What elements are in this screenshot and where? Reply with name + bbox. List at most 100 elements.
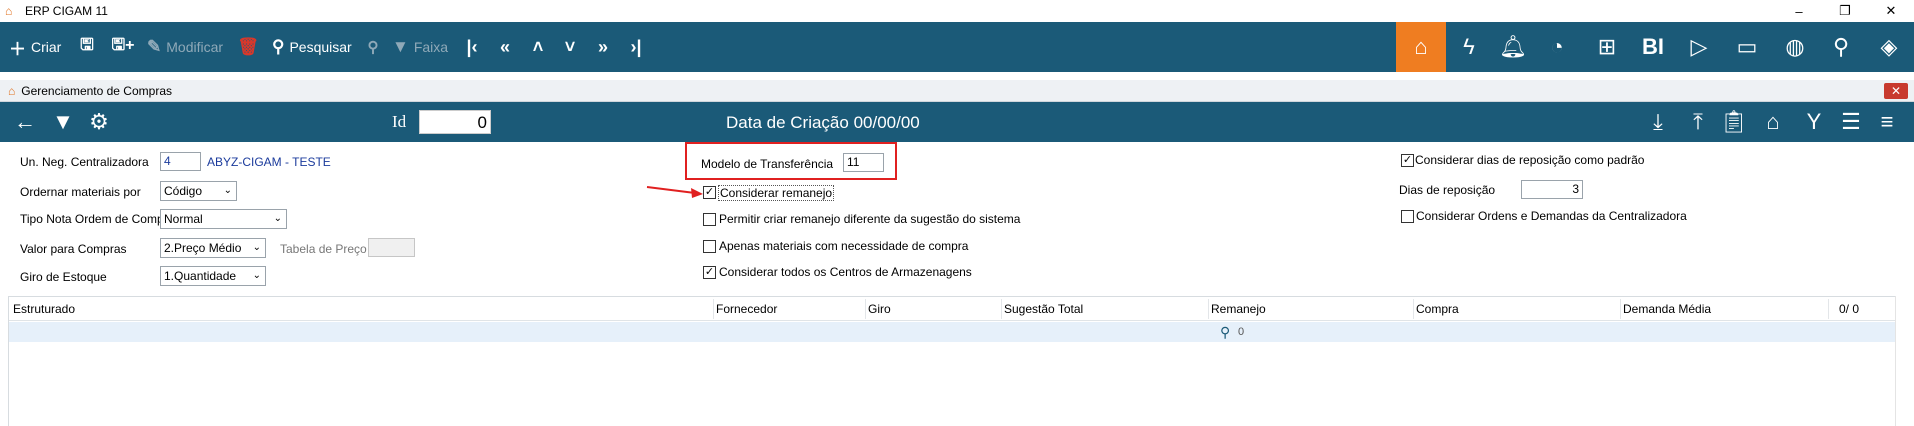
tipo-nota-value: Normal xyxy=(164,212,203,226)
col-fornecedor[interactable]: Fornecedor xyxy=(716,302,777,316)
chevron-down-icon: ⌄ xyxy=(252,242,261,253)
modificar-label: Modificar xyxy=(166,39,224,55)
chat-icon[interactable]: ▭ xyxy=(1722,22,1772,72)
dias-padrao-checkbox[interactable]: ✓ xyxy=(1401,154,1414,167)
checklist-icon[interactable]: ☰ xyxy=(1834,102,1868,142)
first-record-icon[interactable]: |‹ xyxy=(459,22,485,72)
main-toolbar: ＋ Criar 🖫 🖫+ ✎ Modificar 🗑 ⚲ Pesquisar ⚲… xyxy=(0,22,1914,72)
chevron-down-icon: ⌄ xyxy=(273,213,282,224)
back-arrow-icon[interactable]: ← xyxy=(8,102,42,142)
spacer xyxy=(0,72,1914,80)
lightning-icon[interactable]: ϟ xyxy=(1444,22,1494,72)
previous-record-icon[interactable]: ˄ xyxy=(525,22,551,72)
ordenar-value: Código xyxy=(164,184,203,198)
cigam-logo-icon[interactable]: ◈ xyxy=(1864,22,1914,72)
window-title: ERP CIGAM 11 xyxy=(25,4,108,18)
form-area: Un. Neg. Centralizadora 4 ABYZ-CIGAM - T… xyxy=(0,142,1914,296)
ordens-checkbox[interactable] xyxy=(1401,210,1414,223)
dias-padrao-label: Considerar dias de reposição como padrão xyxy=(1415,153,1645,167)
modificar-button[interactable]: ✎ Modificar xyxy=(147,22,223,72)
giro-select[interactable]: 1.Quantidade ⌄ xyxy=(160,266,266,286)
dias-input[interactable]: 3 xyxy=(1521,180,1583,199)
valor-select[interactable]: 2.Preço Médio ⌄ xyxy=(160,238,266,258)
delete-icon[interactable]: 🗑 xyxy=(235,22,261,72)
col-compra[interactable]: Compra xyxy=(1416,302,1459,316)
filter-icon: ▼ xyxy=(392,37,409,56)
col-count: 0/ 0 xyxy=(1839,302,1860,316)
save-icon[interactable]: 🖫 xyxy=(74,22,100,72)
subwindow-logo-icon: ⌂ xyxy=(8,83,16,98)
annotation-arrow-icon xyxy=(646,186,703,198)
subwindow-titlebar: ⌂ Gerenciamento de Compras ✕ xyxy=(0,80,1914,102)
tipo-nota-select[interactable]: Normal ⌄ xyxy=(160,209,287,229)
globe-icon[interactable]: ◍ xyxy=(1770,22,1820,72)
tabela-label: Tabela de Preço xyxy=(280,242,367,256)
todos-checkbox[interactable]: ✓ xyxy=(703,266,716,279)
un-neg-label: Un. Neg. Centralizadora xyxy=(20,155,149,169)
faixa-button[interactable]: ▼ Faixa xyxy=(392,22,448,72)
download-icon[interactable]: ⤓ xyxy=(1641,102,1675,142)
warehouse-icon[interactable]: ⌂ xyxy=(1756,102,1790,142)
grid-search-row[interactable]: ⚲ 0 xyxy=(9,322,1896,342)
un-neg-input[interactable]: 4 xyxy=(160,152,201,171)
pesquisar-label: Pesquisar xyxy=(289,39,352,55)
criar-button[interactable]: ＋ Criar xyxy=(9,22,61,72)
ordens-label: Considerar Ordens e Demandas da Centrali… xyxy=(1416,209,1687,223)
next-record-icon[interactable]: ˅ xyxy=(557,22,583,72)
ordenar-select[interactable]: Código ⌄ xyxy=(160,181,237,201)
form-toolbar: ← ▼ ⚙ Id 0 Data de Criação 00/00/00 ⤓ ⤒ … xyxy=(0,102,1914,142)
pesquisar-button[interactable]: ⚲ Pesquisar xyxy=(272,22,352,72)
search-icon: ⚲ xyxy=(272,37,285,56)
home-icon[interactable]: ⌂ xyxy=(1396,22,1446,72)
close-window-button[interactable]: ✕ xyxy=(1868,0,1914,22)
dias-label: Dias de reposição xyxy=(1399,183,1496,197)
grid-icon[interactable]: ⊞ xyxy=(1582,22,1632,72)
filter-icon[interactable]: ▼ xyxy=(46,102,80,142)
chevron-down-icon: ⌄ xyxy=(252,270,261,281)
pencil-icon: ✎ xyxy=(147,37,162,56)
bi-label: BI xyxy=(1642,34,1664,59)
last-record-icon[interactable]: ›| xyxy=(623,22,649,72)
id-input[interactable]: 0 xyxy=(419,110,491,134)
results-grid: Estruturado Fornecedor Giro Sugestão Tot… xyxy=(8,296,1896,426)
fork-icon[interactable]: Y xyxy=(1797,102,1831,142)
col-sugestao-total[interactable]: Sugestão Total xyxy=(1004,302,1083,316)
valor-value: 2.Preço Médio xyxy=(164,241,242,255)
row-count: 0 xyxy=(1238,326,1245,338)
menu-icon[interactable]: ≡ xyxy=(1870,102,1904,142)
search-icon[interactable]: ⚲ xyxy=(1220,324,1230,341)
upload-icon[interactable]: ⤒ xyxy=(1681,102,1715,142)
tabela-input xyxy=(368,238,415,257)
un-neg-name: ABYZ-CIGAM - TESTE xyxy=(207,155,331,169)
col-estruturado[interactable]: Estruturado xyxy=(13,302,75,316)
gear-icon[interactable]: ⚙ xyxy=(82,102,116,142)
play-icon[interactable]: ▷ xyxy=(1674,22,1724,72)
col-giro[interactable]: Giro xyxy=(868,302,891,316)
window-titlebar: ⌂ ERP CIGAM 11 – ❐ ✕ xyxy=(0,0,1914,22)
previous-page-icon[interactable]: « xyxy=(492,22,518,72)
permitir-label: Permitir criar remanejo diferente da sug… xyxy=(719,212,1021,226)
annotation-highlight-box xyxy=(685,142,897,180)
permitir-checkbox[interactable] xyxy=(703,213,716,226)
subwindow-close-button[interactable]: ✕ xyxy=(1884,83,1908,99)
monitor-alert-icon[interactable]: ◔ xyxy=(1532,22,1582,72)
restore-button[interactable]: ❐ xyxy=(1822,0,1868,22)
save-plus-icon[interactable]: 🖫+ xyxy=(106,22,140,72)
bi-button[interactable]: BI xyxy=(1628,22,1678,72)
app-logo-icon: ⌂ xyxy=(5,4,13,18)
col-demanda-media[interactable]: Demanda Média xyxy=(1623,302,1711,316)
col-remanejo[interactable]: Remanejo xyxy=(1211,302,1266,316)
giro-label: Giro de Estoque xyxy=(20,270,107,284)
ordenar-label: Ordernar materiais por xyxy=(20,185,141,199)
vertical-scrollbar[interactable] xyxy=(1895,296,1914,426)
minimize-button[interactable]: – xyxy=(1776,0,1822,22)
bell-icon[interactable]: 🔔︎ xyxy=(1488,22,1538,72)
clipboard-check-icon[interactable]: 📋︎ xyxy=(1717,102,1751,142)
search-icon[interactable]: ⚲ xyxy=(1816,22,1866,72)
chevron-down-icon: ⌄ xyxy=(223,185,232,196)
remanejo-label: Considerar remanejo xyxy=(718,185,835,201)
grid-header: Estruturado Fornecedor Giro Sugestão Tot… xyxy=(9,297,1896,321)
pin-icon[interactable]: ⚲ xyxy=(360,22,386,72)
next-page-icon[interactable]: » xyxy=(590,22,616,72)
apenas-checkbox[interactable] xyxy=(703,240,716,253)
